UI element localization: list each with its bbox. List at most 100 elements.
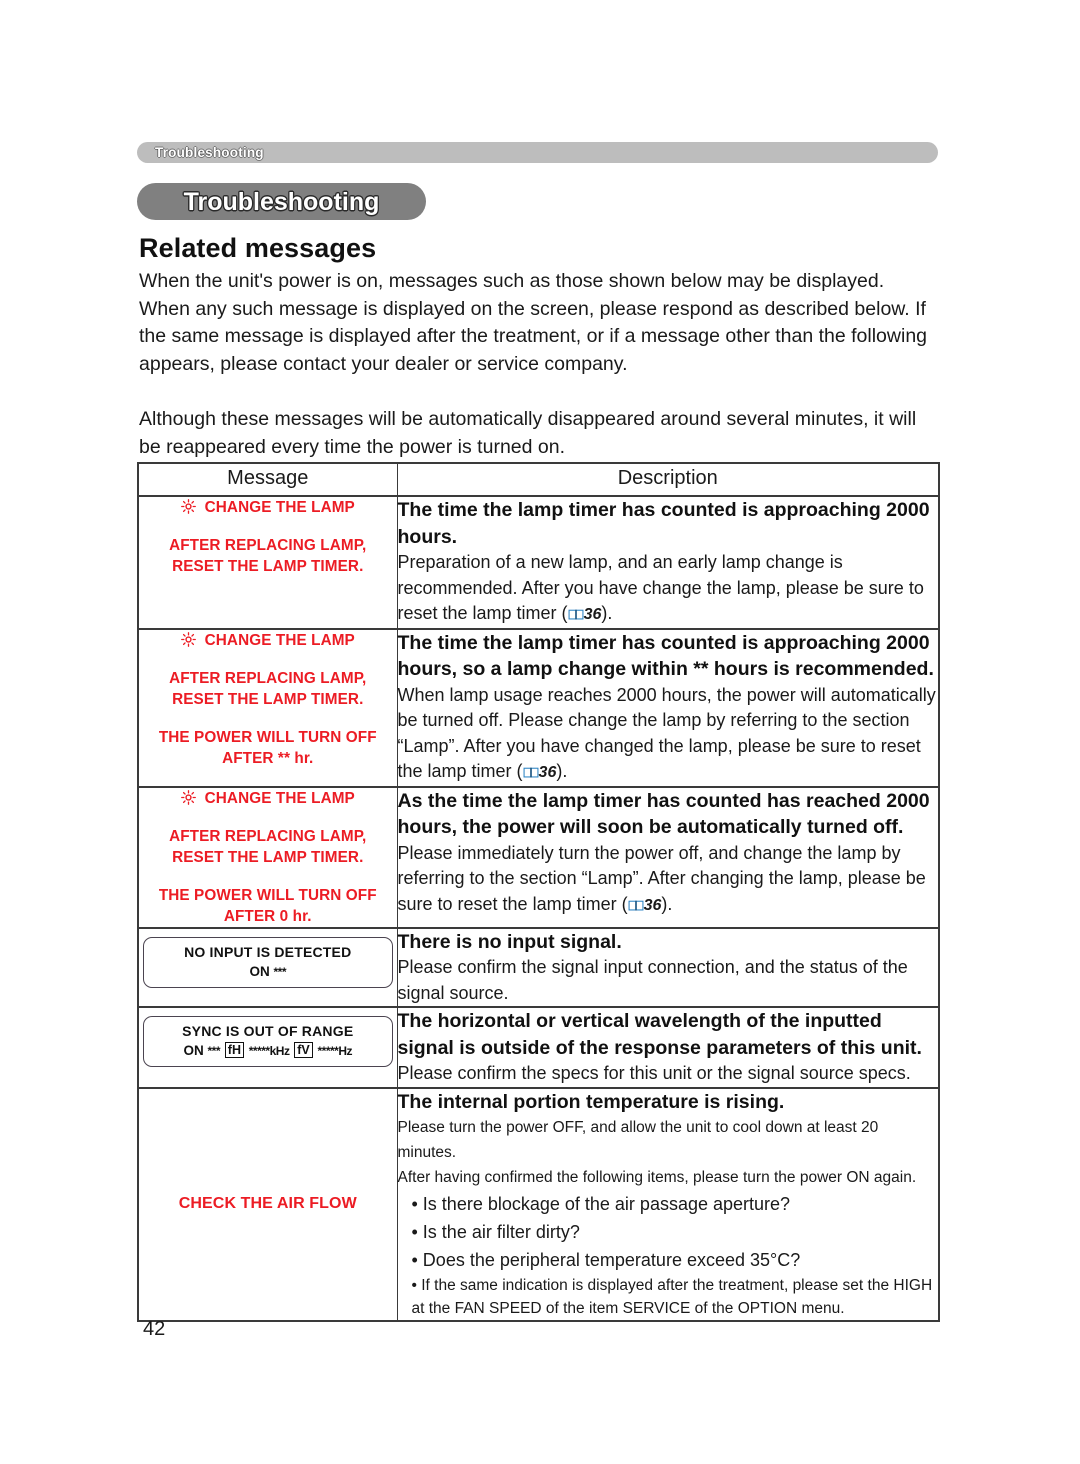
description-cell: The internal portion temperature is risi… bbox=[396, 1086, 940, 1322]
book-icon bbox=[628, 899, 644, 912]
message-text: AFTER REPLACING LAMP, bbox=[169, 669, 367, 687]
book-icon bbox=[568, 608, 584, 621]
table-row: CHANGE THE LAMP AFTER REPLACING LAMP, RE… bbox=[137, 627, 940, 788]
message-group: AFTER REPLACING LAMP, RESET THE LAMP TIM… bbox=[139, 826, 397, 868]
osd-on-value: *** bbox=[273, 964, 287, 979]
message-group: AFTER REPLACING LAMP, RESET THE LAMP TIM… bbox=[139, 535, 397, 577]
chapter-title-label: Troubleshooting bbox=[183, 188, 380, 216]
osd-message-box: NO INPUT IS DETECTED ON *** bbox=[143, 936, 393, 988]
lamp-sun-icon bbox=[180, 789, 196, 805]
osd-on-value: *** bbox=[207, 1044, 221, 1058]
message-cell: CHANGE THE LAMP AFTER REPLACING LAMP, RE… bbox=[137, 627, 398, 788]
message-cell: CHANGE THE LAMP AFTER REPLACING LAMP, RE… bbox=[137, 495, 398, 630]
message-text: AFTER REPLACING LAMP, bbox=[169, 537, 367, 554]
message-text: RESET THE LAMP TIMER. bbox=[172, 558, 364, 575]
bullet-item: • Does the peripheral temperature exceed… bbox=[411, 1250, 801, 1270]
description-heading: There is no input signal. bbox=[397, 930, 622, 953]
osd-message-box: SYNC IS OUT OF RANGE ON *** fH *****kHz … bbox=[143, 1016, 393, 1067]
column-header-message: Message bbox=[137, 462, 398, 497]
table-row: NO INPUT IS DETECTED ON *** There is no … bbox=[137, 926, 940, 1008]
description-heading: The time the lamp timer has counted is a… bbox=[397, 631, 934, 681]
table-row: CHANGE THE LAMP AFTER REPLACING LAMP, RE… bbox=[137, 785, 940, 929]
description-body: Preparation of a new lamp, and an early … bbox=[398, 550, 939, 628]
document-page: Troubleshooting Troubleshooting Related … bbox=[0, 0, 1080, 1464]
message-text: CHANGE THE LAMP bbox=[204, 631, 355, 649]
description-body-tail: ). bbox=[556, 761, 568, 781]
message-text: THE POWER WILL TURN OFF bbox=[158, 886, 377, 904]
table-body: CHANGE THE LAMP AFTER REPLACING LAMP, RE… bbox=[137, 495, 940, 1322]
message-line: CHANGE THE LAMP bbox=[139, 630, 397, 651]
description-body: When lamp usage reaches 2000 hours, the … bbox=[398, 683, 939, 786]
message-text: AFTER REPLACING LAMP, bbox=[169, 827, 367, 845]
intro-paragraph-1: When the unit's power is on, messages su… bbox=[139, 270, 928, 375]
description-body: Please confirm the specs for this unit o… bbox=[397, 1063, 911, 1083]
description-body-line-1: Please turn the power OFF, and allow the… bbox=[397, 1119, 879, 1161]
message-line: CHANGE THE LAMP bbox=[139, 497, 397, 518]
page-reference: 36 bbox=[583, 606, 602, 623]
description-heading: The internal portion temperature is risi… bbox=[397, 1090, 785, 1113]
book-icon bbox=[523, 766, 539, 779]
bullet-item: • Is the air filter dirty? bbox=[411, 1222, 580, 1242]
running-header-label: Troubleshooting bbox=[155, 145, 264, 160]
column-header-description: Description bbox=[396, 462, 940, 497]
description-heading: As the time the lamp timer has counted h… bbox=[397, 789, 930, 839]
page-number: 42 bbox=[143, 1318, 166, 1340]
message-cell: NO INPUT IS DETECTED ON *** bbox=[137, 926, 398, 1008]
fh-value: *****kHz bbox=[248, 1044, 290, 1058]
osd-on-label: ON bbox=[183, 1043, 204, 1058]
table-row: CHANGE THE LAMP AFTER REPLACING LAMP, RE… bbox=[137, 495, 940, 630]
osd-line-2: ON *** bbox=[152, 963, 384, 981]
related-messages-table: Message Description CHANGE THE LAMP AFTE… bbox=[137, 462, 940, 1322]
description-cell: As the time the lamp timer has counted h… bbox=[396, 785, 940, 929]
message-text: CHECK THE AIR FLOW bbox=[178, 1195, 357, 1213]
message-group: AFTER REPLACING LAMP, RESET THE LAMP TIM… bbox=[139, 668, 397, 710]
description-cell: The horizontal or vertical wavelength of… bbox=[396, 1006, 940, 1089]
chapter-title-pill: Troubleshooting bbox=[137, 183, 426, 220]
table-head: Message Description bbox=[137, 462, 940, 497]
message-text: CHANGE THE LAMP bbox=[204, 499, 355, 516]
osd-line-1: NO INPUT IS DETECTED bbox=[184, 943, 352, 960]
description-heading: The horizontal or vertical wavelength of… bbox=[397, 1010, 922, 1059]
message-group: THE POWER WILL TURN OFF AFTER 0 hr. bbox=[139, 885, 397, 927]
lamp-sun-icon bbox=[180, 631, 196, 647]
message-text: RESET THE LAMP TIMER. bbox=[172, 690, 364, 708]
message-line: CHANGE THE LAMP bbox=[139, 788, 397, 809]
table-row: SYNC IS OUT OF RANGE ON *** fH *****kHz … bbox=[137, 1006, 940, 1089]
message-group: CHANGE THE LAMP bbox=[139, 630, 397, 651]
section-heading: Related messages bbox=[139, 233, 377, 263]
message-cell: CHECK THE AIR FLOW bbox=[137, 1086, 398, 1322]
fv-label: fV bbox=[294, 1042, 313, 1058]
message-text: AFTER 0 hr. bbox=[223, 907, 312, 925]
description-bullet-list: • Is there blockage of the air passage a… bbox=[398, 1190, 939, 1320]
message-text: THE POWER WILL TURN OFF bbox=[158, 728, 377, 746]
description-body-tail: ). bbox=[661, 893, 673, 914]
bullet-item: • If the same indication is displayed af… bbox=[411, 1277, 933, 1317]
message-group: CHANGE THE LAMP bbox=[139, 788, 397, 809]
bullet-item: • Is there blockage of the air passage a… bbox=[411, 1194, 791, 1214]
message-group: THE POWER WILL TURN OFF AFTER ** hr. bbox=[139, 727, 397, 769]
table-row: CHECK THE AIR FLOW The internal portion … bbox=[137, 1086, 940, 1322]
message-text: AFTER ** hr. bbox=[222, 749, 314, 767]
description-cell: There is no input signal. Please confirm… bbox=[396, 926, 940, 1008]
message-cell: SYNC IS OUT OF RANGE ON *** fH *****kHz … bbox=[137, 1006, 398, 1089]
description-body: Please immediately turn the power off, a… bbox=[398, 841, 939, 919]
page-reference: 36 bbox=[643, 896, 662, 914]
lamp-sun-icon bbox=[180, 499, 196, 514]
message-text: CHANGE THE LAMP bbox=[204, 789, 355, 807]
fh-label: fH bbox=[224, 1042, 244, 1058]
osd-line-1: SYNC IS OUT OF RANGE bbox=[182, 1023, 354, 1039]
message-cell: CHANGE THE LAMP AFTER REPLACING LAMP, RE… bbox=[137, 785, 398, 929]
description-body-tail: ). bbox=[601, 603, 613, 623]
description-heading: The time the lamp timer has counted is a… bbox=[397, 499, 930, 548]
description-cell: The time the lamp timer has counted is a… bbox=[396, 495, 940, 630]
description-body-text: When lamp usage reaches 2000 hours, the … bbox=[397, 684, 936, 782]
page-reference: 36 bbox=[538, 764, 557, 781]
intro-paragraph-2: Although these messages will be automati… bbox=[139, 408, 917, 458]
osd-on-label: ON bbox=[249, 963, 270, 979]
message-text: RESET THE LAMP TIMER. bbox=[172, 848, 364, 866]
fv-value: *****Hz bbox=[317, 1044, 352, 1058]
message-group: CHANGE THE LAMP bbox=[139, 497, 397, 518]
description-body: Please confirm the signal input connecti… bbox=[397, 957, 908, 1003]
osd-line-2: ON *** fH *****kHz fV *****Hz bbox=[152, 1042, 384, 1060]
description-cell: The time the lamp timer has counted is a… bbox=[396, 627, 940, 788]
